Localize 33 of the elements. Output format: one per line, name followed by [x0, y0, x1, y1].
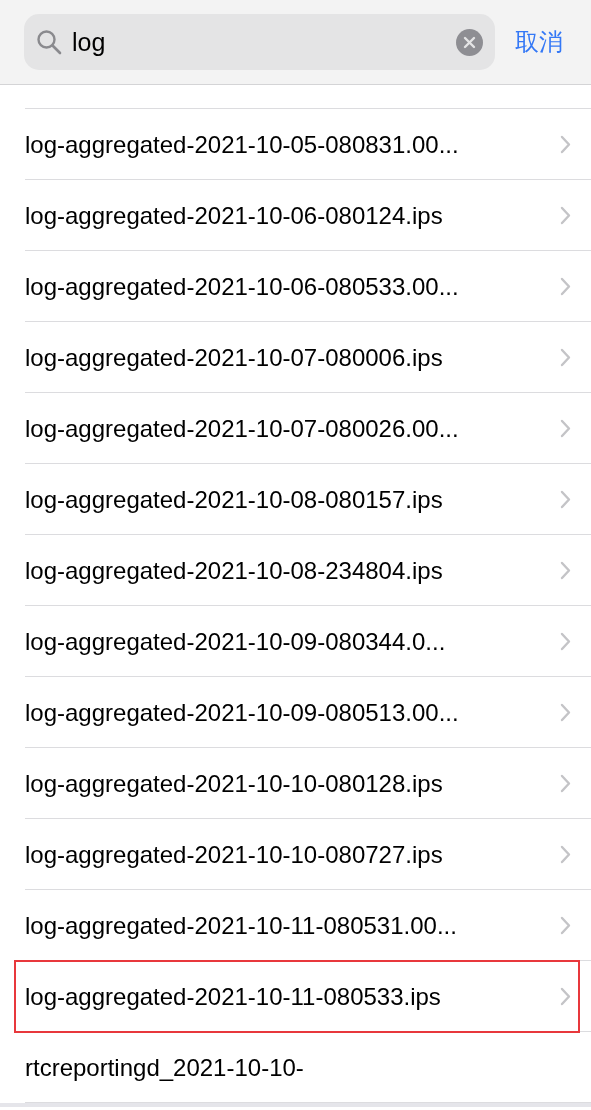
file-name: log-aggregated-2021-10-05-080831.00...	[25, 130, 460, 159]
file-name: log-aggregated-2021-10-08-080157.ips	[25, 485, 444, 514]
file-row[interactable]: log-aggregated-2021-10-08-234804.ips	[0, 535, 591, 606]
file-name: log-aggregated-2021-10-08-234804.ips	[25, 556, 444, 585]
file-row[interactable]: log-aggregated-2021-10-07-080026.00...	[0, 393, 591, 464]
file-row[interactable]: log-aggregated-2021-10-08-080157.ips	[0, 464, 591, 535]
clear-icon[interactable]	[456, 28, 483, 56]
file-row[interactable]: log-aggregated-2021-10-09-080344.0...	[0, 606, 591, 677]
search-field[interactable]: log	[24, 14, 495, 70]
file-name: log-aggregated-2021-10-09-080513.00...	[25, 698, 460, 727]
search-icon	[36, 29, 62, 55]
file-name: log-aggregated-2021-10-06-080124.ips	[25, 201, 444, 230]
file-row[interactable]: log-aggregated-2021-10-06-080124.ips	[0, 180, 591, 251]
file-name: log-aggregated-2021-10-07-080006.ips	[25, 343, 444, 372]
file-row[interactable]: log-aggregated-2021-10-10-080128.ips	[0, 748, 591, 819]
file-name: log-aggregated-2021-10-11-080533.ips	[25, 982, 442, 1011]
file-row[interactable]: log-aggregated-2021-10-05-080831.00...	[0, 109, 591, 180]
cancel-button[interactable]: 取消	[515, 26, 563, 58]
file-name: log-aggregated-2021-10-07-080026.00...	[25, 414, 460, 443]
file-row[interactable]: log-aggregated-2021-10-06-080533.00...	[0, 251, 591, 322]
file-name: log-aggregated-2021-10-09-080344.0...	[25, 627, 447, 656]
file-row[interactable]: log-aggregated-2021-10-10-080727.ips	[0, 819, 591, 890]
file-name: log-aggregated-2021-10-10-080727.ips	[25, 840, 444, 869]
file-row[interactable]: log-aggregated-2021-10-11-080533.ips	[0, 961, 591, 1032]
file-name: rtcreportingd_2021-10-10-	[25, 1053, 305, 1082]
file-row[interactable]: log-aggregated-2021-10-09-080513.00...	[0, 677, 591, 748]
file-name: log-aggregated-2021-10-10-080128.ips	[25, 769, 444, 798]
file-name: log-aggregated-2021-10-11-080531.00...	[25, 911, 458, 940]
file-name: log-aggregated-2021-10-06-080533.00...	[25, 272, 460, 301]
file-row[interactable]: rtcreportingd_2021-10-10-	[0, 1032, 591, 1103]
file-row[interactable]: log-aggregated-2021-10-11-080531.00...	[0, 890, 591, 961]
search-text: log	[72, 27, 107, 57]
file-row[interactable]: log-aggregated-2021-10-07-080006.ips	[0, 322, 591, 393]
